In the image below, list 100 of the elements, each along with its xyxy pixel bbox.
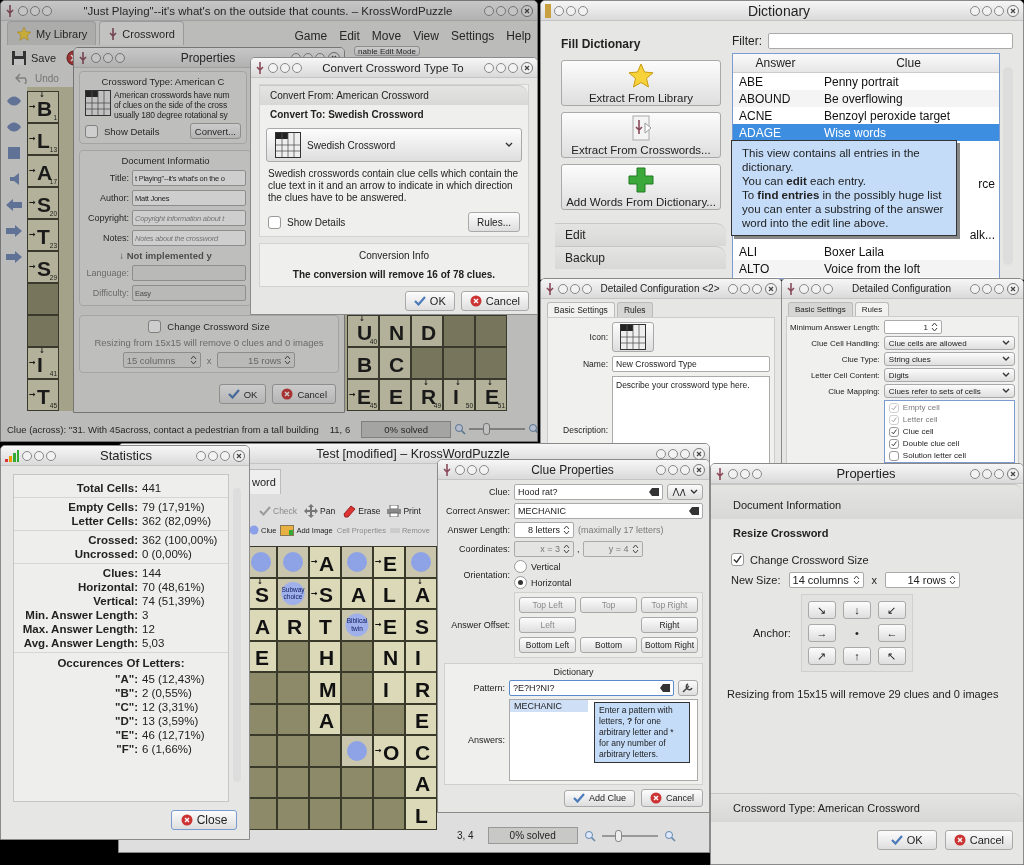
section-header[interactable]: Edit	[555, 223, 726, 246]
ok-button[interactable]: OK	[218, 384, 267, 404]
dropdown[interactable]: String clues	[883, 352, 1015, 366]
tab[interactable]: Basic Settings	[547, 302, 615, 317]
close-icon[interactable]	[1007, 282, 1019, 295]
save-button[interactable]: Save	[7, 48, 61, 68]
checkbox[interactable]	[888, 438, 899, 449]
input-field[interactable]: x = 3	[514, 541, 574, 557]
tab[interactable]: My Library	[7, 21, 97, 45]
input-field[interactable]: 14 columns	[788, 572, 864, 588]
section-header[interactable]: Backup	[555, 246, 726, 269]
close-icon[interactable]	[233, 449, 245, 462]
menu-item[interactable]: Game	[294, 29, 328, 43]
tab[interactable]: Crossword	[99, 21, 184, 45]
toolbar-button[interactable]: nable Edit Mode	[354, 46, 420, 56]
section-header[interactable]: Fill Dictionary	[541, 31, 726, 57]
toolbar-button[interactable]: Print	[385, 503, 423, 519]
input-field[interactable]: MECHANIC	[514, 503, 703, 519]
icon-button[interactable]	[612, 322, 654, 352]
section-header[interactable]: Convert From: American Crossword	[260, 85, 528, 105]
anchor-button[interactable]: ↙	[877, 601, 906, 619]
tab[interactable]: Basic Settings	[788, 302, 853, 316]
table-row[interactable]: ALI Boxer Laila	[733, 243, 999, 260]
menu-item[interactable]: View	[413, 29, 439, 43]
menu-item[interactable]: Move	[371, 29, 402, 43]
close-icon[interactable]	[1007, 467, 1019, 480]
tab[interactable]: Rules	[616, 302, 653, 317]
slider-thumb[interactable]	[615, 829, 623, 842]
anchor-button[interactable]: →	[807, 624, 836, 642]
checkbox[interactable]	[731, 553, 744, 566]
input-field[interactable]: 8 letters	[514, 522, 574, 538]
section-header[interactable]: Convert To: Swedish Crossword	[260, 105, 528, 124]
section-header[interactable]: Document Information	[711, 484, 1023, 519]
close-icon[interactable]	[1007, 4, 1019, 17]
input-field[interactable]: New Crossword Type	[612, 356, 770, 372]
ok-button[interactable]: Add Clue	[563, 789, 635, 807]
cancel-button[interactable]: Cancel	[944, 830, 1013, 850]
input-field[interactable]: Hood rat?	[514, 484, 663, 500]
offset-button[interactable]: Bottom	[580, 637, 637, 653]
table-row[interactable]: ACNE Benzoyl peroxide target	[733, 107, 999, 124]
dropdown[interactable]: Clues refer to sets of cells	[883, 384, 1015, 398]
cancel-button[interactable]: Cancel	[272, 384, 336, 404]
section-header[interactable]: Resize Crossword	[711, 519, 1023, 547]
action-button[interactable]: Add Words From Dictionary...	[561, 164, 721, 210]
checkbox[interactable]	[888, 450, 899, 461]
cancel-button[interactable]: Cancel	[460, 291, 529, 311]
column-header[interactable]: Clue	[818, 56, 999, 70]
close-icon[interactable]	[765, 282, 777, 295]
ok-button[interactable]: OK	[404, 291, 455, 311]
action-button[interactable]: Extract From Library	[561, 60, 721, 106]
column-header[interactable]: Answer	[733, 56, 818, 70]
type-dropdown[interactable]: Swedish Crossword	[266, 128, 522, 162]
checkbox[interactable]	[888, 426, 899, 437]
menu-item[interactable]: Settings	[450, 29, 495, 43]
filter-field[interactable]	[768, 33, 1013, 49]
anchor-button[interactable]: ←	[877, 624, 906, 642]
anchor-button[interactable]: ↓	[842, 601, 871, 619]
rules-button[interactable]: Rules...	[468, 212, 520, 232]
list-item[interactable]: Clue cell	[902, 427, 934, 436]
convert-button[interactable]: Convert...	[189, 123, 241, 139]
checkbox[interactable]	[148, 320, 162, 333]
offset-button[interactable]: Bottom Right	[641, 637, 698, 653]
cancel-button[interactable]: Cancel	[641, 789, 703, 807]
menu-item[interactable]: Help	[506, 29, 531, 43]
toolbar-button[interactable]: Pan	[302, 502, 338, 520]
input-field[interactable]: 1	[883, 320, 942, 334]
checkbox[interactable]	[268, 215, 281, 229]
close-icon[interactable]	[521, 61, 533, 74]
special-characters-button[interactable]	[667, 484, 703, 500]
list-item[interactable]: Double clue cell	[902, 439, 960, 448]
list-item[interactable]: MECHANIC	[510, 700, 588, 712]
offset-button[interactable]: Right	[641, 617, 698, 633]
table-row[interactable]: ABOUND Be overflowing	[733, 90, 999, 107]
slider-thumb[interactable]	[483, 423, 490, 435]
toolbar-button[interactable]: Erase	[340, 502, 383, 520]
ok-button[interactable]: OK	[876, 830, 937, 850]
table-row[interactable]: ALTO Voice from the loft	[733, 260, 999, 277]
menu-item[interactable]: Edit	[339, 29, 360, 43]
table-row[interactable]: ABE Penny portrait	[733, 73, 999, 90]
anchor-button[interactable]: ↗	[807, 647, 836, 665]
radio-button[interactable]	[514, 560, 527, 573]
close-icon[interactable]	[693, 463, 705, 476]
radio-button[interactable]	[514, 576, 527, 589]
dropdown[interactable]: Clue cells are allowed	[883, 336, 1015, 350]
section-header[interactable]: Crossword Type: American Crossword	[711, 793, 1023, 822]
list-item[interactable]: Solution letter cell	[902, 451, 966, 460]
close-icon[interactable]	[693, 447, 705, 460]
close-icon[interactable]	[521, 4, 533, 17]
checkbox[interactable]	[85, 124, 98, 138]
anchor-button[interactable]: ↖	[877, 647, 906, 665]
anchor-button[interactable]: ↑	[842, 647, 871, 665]
close-button[interactable]: Close	[171, 810, 237, 830]
tools-button[interactable]	[678, 680, 698, 696]
offset-button[interactable]: Bottom Left	[519, 637, 576, 653]
dropdown[interactable]: Digits	[883, 368, 1015, 382]
input-field[interactable]: ?E?H?NI?	[509, 680, 674, 696]
input-field[interactable]: y = 4	[582, 541, 643, 557]
anchor-button[interactable]: •	[842, 624, 871, 642]
input-field[interactable]: 14 rows	[885, 572, 961, 588]
action-button[interactable]: Extract From Crosswords...	[561, 112, 721, 158]
